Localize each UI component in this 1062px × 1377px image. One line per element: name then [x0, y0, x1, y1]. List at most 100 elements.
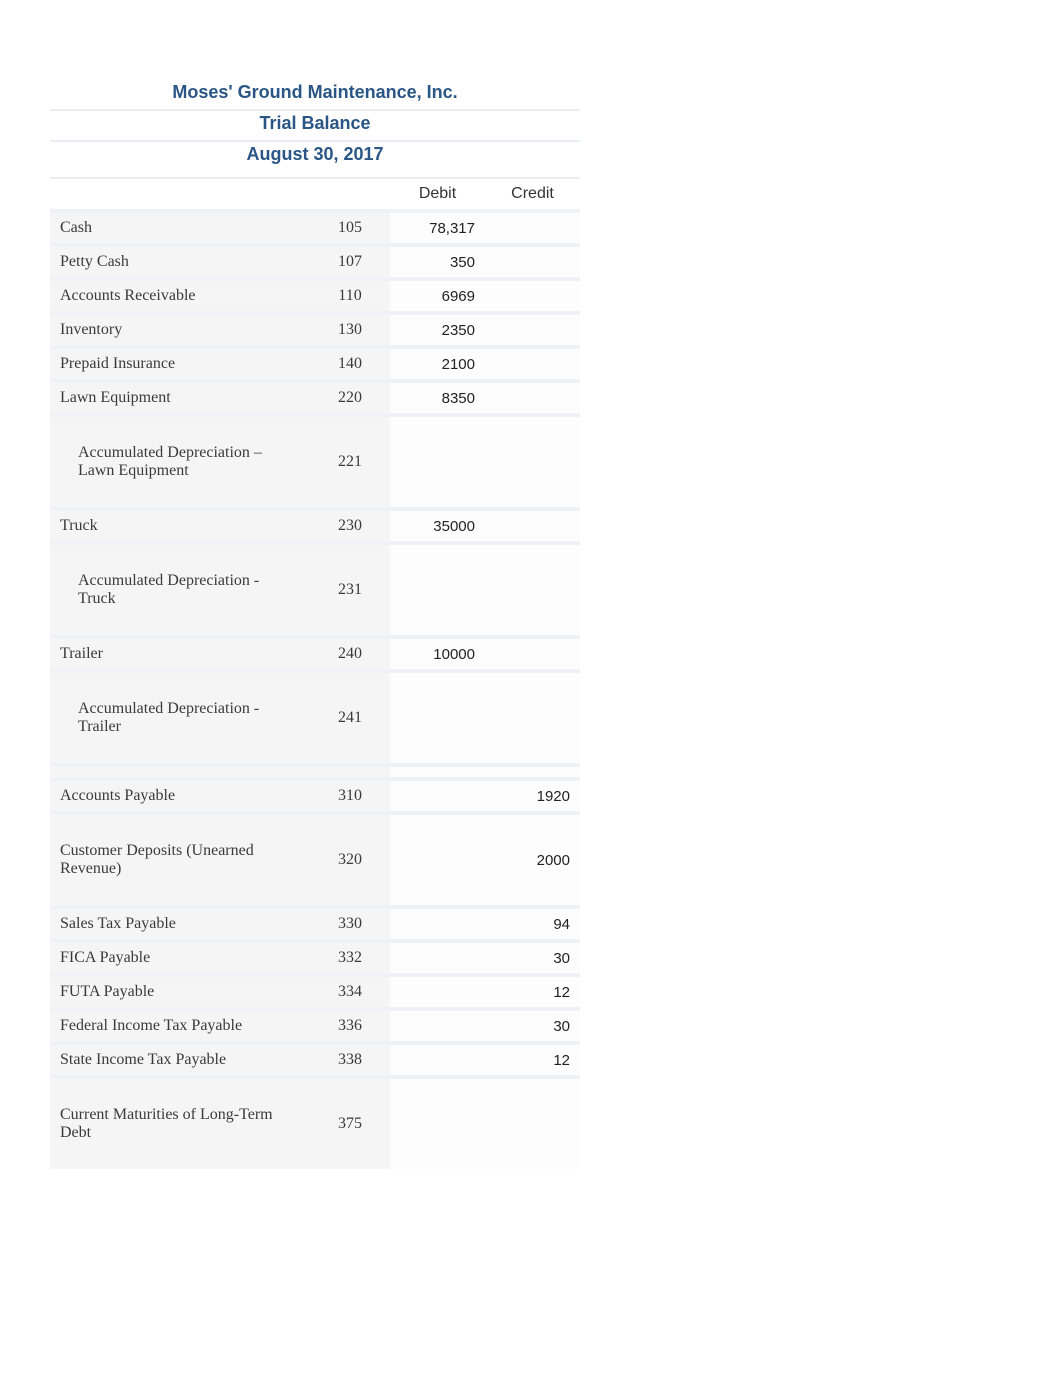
debit-cell: [390, 415, 485, 509]
account-number: 240: [310, 637, 390, 671]
account-label: Current Maturities of Long-Term Debt: [50, 1077, 310, 1169]
credit-cell: 94: [485, 907, 580, 941]
account-label: Customer Deposits (Unearned Revenue): [50, 813, 310, 907]
debit-cell: [390, 671, 485, 765]
debit-cell: [390, 1009, 485, 1043]
account-number: 375: [310, 1077, 390, 1169]
debit-cell: [390, 941, 485, 975]
credit-cell: 2000: [485, 813, 580, 907]
account-label: Truck: [50, 509, 310, 543]
account-label: Accounts Payable: [50, 779, 310, 813]
debit-cell: 8350: [390, 381, 485, 415]
account-number: 336: [310, 1009, 390, 1043]
report-header: Moses' Ground Maintenance, Inc. Trial Ba…: [50, 80, 580, 177]
debit-cell: [390, 1043, 485, 1077]
account-label: Petty Cash: [50, 245, 310, 279]
table-row: Petty Cash107350: [50, 245, 580, 279]
account-label: Lawn Equipment: [50, 381, 310, 415]
credit-cell: [485, 381, 580, 415]
credit-cell: 30: [485, 941, 580, 975]
debit-cell: 35000: [390, 509, 485, 543]
credit-cell: [485, 543, 580, 637]
spacer-cell: [310, 765, 390, 779]
account-number: 310: [310, 779, 390, 813]
debit-cell: [390, 1077, 485, 1169]
table-row: Accounts Payable310 1920: [50, 779, 580, 813]
table-row: Federal Income Tax Payable336 30: [50, 1009, 580, 1043]
debit-cell: 10000: [390, 637, 485, 671]
col-debit: Debit: [390, 178, 485, 211]
debit-cell: 78,317: [390, 211, 485, 245]
table-row: Inventory1302350: [50, 313, 580, 347]
credit-cell: [485, 245, 580, 279]
debit-cell: [390, 813, 485, 907]
credit-cell: [485, 415, 580, 509]
account-number: 338: [310, 1043, 390, 1077]
debit-cell: [390, 975, 485, 1009]
account-label: State Income Tax Payable: [50, 1043, 310, 1077]
account-number: 320: [310, 813, 390, 907]
table-row: Accumulated Depreciation - Truck231: [50, 543, 580, 637]
debit-cell: [390, 907, 485, 941]
credit-cell: [485, 279, 580, 313]
table-row: Accounts Receivable1106969: [50, 279, 580, 313]
page: Moses' Ground Maintenance, Inc. Trial Ba…: [0, 0, 1062, 1209]
table-row: Trailer24010000: [50, 637, 580, 671]
table-row: Accumulated Depreciation – Lawn Equipmen…: [50, 415, 580, 509]
report-title: Trial Balance: [50, 109, 580, 140]
account-number: 105: [310, 211, 390, 245]
credit-cell: [485, 637, 580, 671]
col-blank-1: [50, 178, 310, 211]
credit-cell: [485, 509, 580, 543]
account-label: FUTA Payable: [50, 975, 310, 1009]
account-number: 220: [310, 381, 390, 415]
account-label: Accounts Receivable: [50, 279, 310, 313]
table-row: Customer Deposits (Unearned Revenue)320 2…: [50, 813, 580, 907]
table-row: Current Maturities of Long-Term Debt375: [50, 1077, 580, 1169]
account-label: FICA Payable: [50, 941, 310, 975]
table-row: Lawn Equipment2208350: [50, 381, 580, 415]
account-number: 107: [310, 245, 390, 279]
debit-cell: [390, 779, 485, 813]
debit-cell: 6969: [390, 279, 485, 313]
report-date: August 30, 2017: [50, 140, 580, 171]
trial-balance-sheet: Moses' Ground Maintenance, Inc. Trial Ba…: [50, 80, 580, 1169]
account-label: Cash: [50, 211, 310, 245]
credit-cell: 1920: [485, 779, 580, 813]
spacer-cell: [50, 765, 310, 779]
credit-cell: 12: [485, 1043, 580, 1077]
credit-cell: [485, 211, 580, 245]
table-row: Cash10578,317: [50, 211, 580, 245]
account-label: Sales Tax Payable: [50, 907, 310, 941]
account-number: 334: [310, 975, 390, 1009]
account-label: Trailer: [50, 637, 310, 671]
table-row: State Income Tax Payable338 12: [50, 1043, 580, 1077]
debit-cell: 350: [390, 245, 485, 279]
table-row: [50, 765, 580, 779]
account-number: 330: [310, 907, 390, 941]
table-row: Accumulated Depreciation - Trailer241: [50, 671, 580, 765]
credit-cell: 12: [485, 975, 580, 1009]
credit-cell: [485, 313, 580, 347]
col-credit: Credit: [485, 178, 580, 211]
table-row: Sales Tax Payable330 94: [50, 907, 580, 941]
account-number: 221: [310, 415, 390, 509]
account-number: 140: [310, 347, 390, 381]
table-row: FUTA Payable334 12: [50, 975, 580, 1009]
company-name: Moses' Ground Maintenance, Inc.: [50, 80, 580, 109]
col-blank-2: [310, 178, 390, 211]
table-row: Truck23035000: [50, 509, 580, 543]
account-number: 230: [310, 509, 390, 543]
credit-cell: 30: [485, 1009, 580, 1043]
account-number: 231: [310, 543, 390, 637]
debit-cell: [390, 543, 485, 637]
account-label: Federal Income Tax Payable: [50, 1009, 310, 1043]
debit-cell: 2350: [390, 313, 485, 347]
account-label: Prepaid Insurance: [50, 347, 310, 381]
table-row: FICA Payable33230: [50, 941, 580, 975]
credit-cell: [485, 671, 580, 765]
account-label: Accumulated Depreciation – Lawn Equipmen…: [50, 415, 310, 509]
account-label: Accumulated Depreciation - Truck: [50, 543, 310, 637]
debit-cell: 2100: [390, 347, 485, 381]
account-label: Accumulated Depreciation - Trailer: [50, 671, 310, 765]
